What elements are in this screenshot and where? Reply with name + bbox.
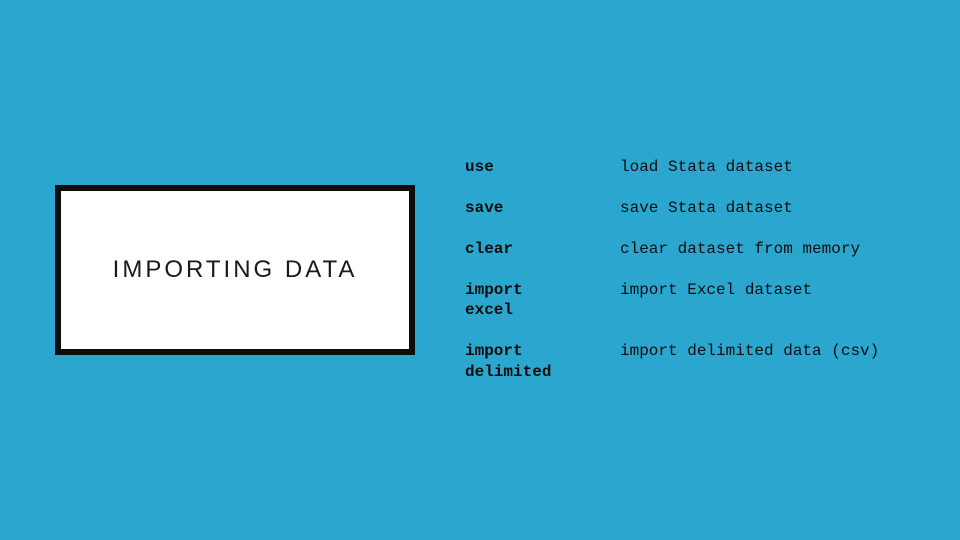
command-name: import excel (465, 270, 620, 332)
table-row: save save Stata dataset (465, 188, 920, 229)
command-desc: load Stata dataset (620, 147, 920, 188)
table-row: clear clear dataset from memory (465, 229, 920, 270)
table-row: use load Stata dataset (465, 147, 920, 188)
command-table: use load Stata dataset save save Stata d… (465, 147, 920, 393)
command-desc: import Excel dataset (620, 270, 920, 332)
command-name: clear (465, 229, 620, 270)
slide-title: IMPORTING DATA (113, 256, 358, 284)
command-name: save (465, 188, 620, 229)
command-desc: save Stata dataset (620, 188, 920, 229)
command-desc: import delimited data (csv) (620, 331, 920, 393)
command-name: import delimited (465, 331, 620, 393)
table-row: import excel import Excel dataset (465, 270, 920, 332)
command-name: use (465, 147, 620, 188)
table-row: import delimited import delimited data (… (465, 331, 920, 393)
command-desc: clear dataset from memory (620, 229, 920, 270)
title-box: IMPORTING DATA (55, 185, 415, 355)
slide: IMPORTING DATA use load Stata dataset sa… (0, 147, 960, 393)
